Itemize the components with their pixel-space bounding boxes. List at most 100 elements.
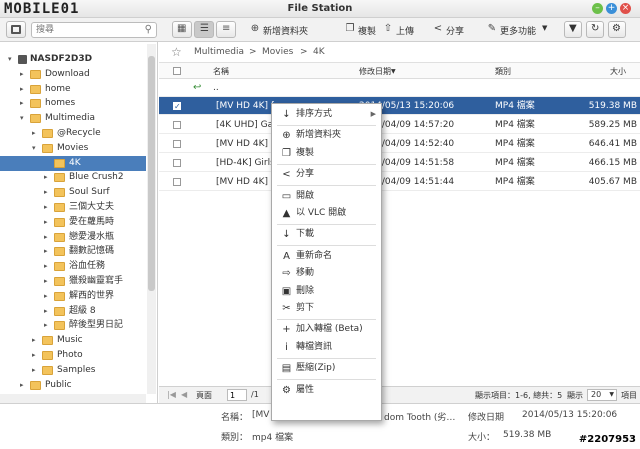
sidebar-item[interactable]: ▾ NASDF2D3D <box>0 52 146 67</box>
minimize-icon[interactable]: – <box>592 3 603 14</box>
sidebar-item[interactable]: ▸ 超級 8 <box>0 304 146 319</box>
context-menu-item[interactable]: ↓ 下載 <box>272 226 381 243</box>
star-icon[interactable]: ☆ <box>171 45 182 59</box>
expand-right-icon[interactable]: ▸ <box>44 274 48 289</box>
context-menu-item[interactable]: < 分享 <box>272 166 381 183</box>
expand-right-icon[interactable]: ▸ <box>32 348 36 363</box>
filter-button[interactable]: ▼ <box>564 21 582 38</box>
row-checkbox[interactable] <box>173 140 181 148</box>
menu-separator <box>277 245 376 247</box>
details-view-button[interactable]: ≡ <box>216 21 236 38</box>
context-menu-item[interactable]: ▤ 壓縮(Zip) <box>272 360 381 377</box>
expand-right-icon[interactable]: ▸ <box>20 82 24 97</box>
row-checkbox[interactable] <box>173 121 181 129</box>
sidebar-item[interactable]: ▸ Music <box>0 333 146 348</box>
sidebar-item[interactable]: 4K <box>0 155 146 171</box>
breadcrumb-item-4k[interactable]: 4K <box>313 47 325 57</box>
expand-right-icon[interactable]: ▸ <box>44 244 48 259</box>
sidebar-item[interactable]: ▾ Movies <box>0 141 146 156</box>
context-menu-item[interactable]: + 加入轉檔 (Beta) <box>272 321 381 338</box>
file-row[interactable]: [MV HD 4K] 9 2014/04/09 14:51:44 MP4 檔案 405… <box>159 173 640 191</box>
thumbnail-view-button[interactable]: ▦ <box>172 21 192 38</box>
expand-right-icon[interactable]: ▸ <box>44 304 48 319</box>
sidebar-item[interactable]: ▸ home <box>0 82 146 97</box>
sidebar-item[interactable]: ▸ Soul Surf <box>0 185 146 200</box>
sidebar-item[interactable]: ▸ 三個大丈夫 <box>0 200 146 215</box>
context-menu-item[interactable]: ❐ 複製 <box>272 145 381 162</box>
sidebar-item[interactable]: ▸ Samples <box>0 363 146 378</box>
sidebar-item[interactable]: ▸ homes <box>0 96 146 111</box>
page-number-input[interactable] <box>227 389 247 401</box>
sidebar-item[interactable]: ▸ 獵殺幽靈寫手 <box>0 274 146 289</box>
expand-right-icon[interactable]: ▸ <box>44 318 48 333</box>
sidebar-item[interactable]: ▸ 愛在蘿馬時 <box>0 215 146 230</box>
context-menu-label: 剪下 <box>296 303 315 313</box>
expand-right-icon[interactable]: ▸ <box>44 215 48 230</box>
expand-right-icon[interactable]: ▸ <box>44 289 48 304</box>
context-menu-item[interactable]: ↓ 排序方式 ▶ <box>272 106 381 123</box>
per-page-select[interactable]: 20 ▼ <box>587 389 617 401</box>
sidebar-item[interactable]: ▸ Download <box>0 67 146 82</box>
column-date[interactable]: 修改日期 <box>359 66 391 77</box>
search-icon[interactable]: ⚲ <box>145 24 152 35</box>
context-menu-item[interactable]: ▭ 開啟 <box>272 188 381 205</box>
sidebar-item[interactable]: ▸ Blue Crush2 <box>0 170 146 185</box>
refresh-button[interactable]: ↻ <box>586 21 604 38</box>
prev-page-icon[interactable]: ◀ <box>181 390 187 399</box>
file-row[interactable]: [4K UHD] Gal 2014/04/09 14:57:20 MP4 檔案 589… <box>159 116 640 134</box>
expand-down-icon[interactable]: ▾ <box>32 141 36 156</box>
context-menu-item[interactable]: ✂ 剪下 <box>272 300 381 317</box>
maximize-icon[interactable]: + <box>606 3 617 14</box>
sidebar-item[interactable]: ▸ 解西的世界 <box>0 289 146 304</box>
expand-right-icon[interactable]: ▸ <box>32 333 36 348</box>
file-row[interactable]: [MV HD 4K] G 2014/04/09 14:52:40 MP4 檔案 646… <box>159 135 640 153</box>
sidebar-item[interactable]: ▸ Public <box>0 378 146 393</box>
expand-right-icon[interactable]: ▸ <box>20 67 24 82</box>
expand-right-icon[interactable]: ▸ <box>20 96 24 111</box>
expand-down-icon[interactable]: ▾ <box>8 52 12 67</box>
row-checkbox[interactable] <box>173 178 181 186</box>
search-input[interactable] <box>32 23 132 37</box>
close-icon[interactable]: × <box>620 3 631 14</box>
sidebar-item[interactable]: ▸ 浴血任務 <box>0 259 146 274</box>
breadcrumb-item-multimedia[interactable]: Multimedia <box>194 47 244 57</box>
expand-right-icon[interactable]: ▸ <box>32 126 36 141</box>
column-type[interactable]: 類別 <box>495 66 511 77</box>
sidebar-hscrollbar[interactable] <box>0 394 146 403</box>
context-menu-item[interactable]: ⇨ 移動 <box>272 265 381 282</box>
row-checkbox[interactable]: ✓ <box>173 102 181 111</box>
file-row[interactable]: [HD-4K] Girls 2014/04/09 14:51:58 MP4 檔案 46… <box>159 154 640 172</box>
breadcrumb-item-movies[interactable]: Movies <box>262 47 293 57</box>
parent-folder-row[interactable]: ↩ .. <box>159 79 640 97</box>
sidebar-item[interactable]: ▸ 翻數記憶碼 <box>0 244 146 259</box>
sidebar-toggle-button[interactable] <box>6 21 26 38</box>
column-size[interactable]: 大小 <box>610 66 626 77</box>
expand-right-icon[interactable]: ▸ <box>44 200 48 215</box>
expand-right-icon[interactable]: ▸ <box>44 259 48 274</box>
file-row[interactable]: ✓ [MV HD 4K] f 2014/05/13 15:20:06 MP4 檔案 51… <box>159 97 640 115</box>
sidebar-item[interactable]: ▸ @Recycle <box>0 126 146 141</box>
sidebar-item[interactable]: ▾ Multimedia <box>0 111 146 126</box>
context-menu-item[interactable]: A 重新命名 <box>272 248 381 265</box>
expand-right-icon[interactable]: ▸ <box>44 185 48 200</box>
context-menu-item[interactable]: ⚙ 屬性 <box>272 382 381 399</box>
context-menu-item[interactable]: ▣ 刪除 <box>272 283 381 300</box>
select-all-checkbox[interactable] <box>173 67 181 75</box>
sidebar-item[interactable]: ▸ Photo <box>0 348 146 363</box>
expand-down-icon[interactable]: ▾ <box>20 111 24 126</box>
sidebar-item[interactable]: ▸ 戀愛漫水瓶 <box>0 230 146 245</box>
row-checkbox[interactable] <box>173 159 181 167</box>
expand-right-icon[interactable]: ▸ <box>20 378 24 393</box>
expand-right-icon[interactable]: ▸ <box>32 363 36 378</box>
expand-right-icon[interactable]: ▸ <box>44 230 48 245</box>
first-page-icon[interactable]: |◀ <box>167 390 176 399</box>
settings-button[interactable]: ⚙ <box>608 21 626 38</box>
sidebar-scrollbar[interactable] <box>147 44 156 394</box>
column-name[interactable]: 名稱 <box>213 66 229 77</box>
context-menu-item[interactable]: ⊕ 新增資料夾 <box>272 127 381 144</box>
context-menu-item[interactable]: i 轉檔資訊 <box>272 339 381 356</box>
sidebar-item[interactable]: ▸ 醉後型男日記 <box>0 318 146 333</box>
expand-right-icon[interactable]: ▸ <box>44 170 48 185</box>
context-menu-item[interactable]: ▲ 以 VLC 開啟 <box>272 205 381 222</box>
list-view-button[interactable]: ☰ <box>194 21 214 38</box>
